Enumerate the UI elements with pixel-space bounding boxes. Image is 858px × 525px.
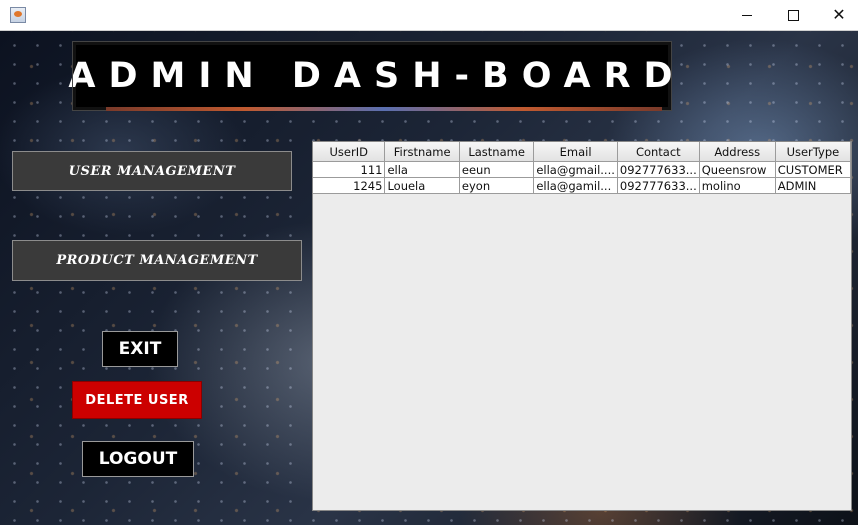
cell-userid[interactable]: 111 xyxy=(313,161,386,178)
product-management-button[interactable]: PRODUCT MANAGEMENT xyxy=(12,240,302,281)
cell-lastname[interactable]: eyon xyxy=(459,177,535,194)
cell-contact[interactable]: 092777633... xyxy=(617,177,700,194)
cell-email[interactable]: ella@gamil... xyxy=(533,177,618,194)
column-header-usertype[interactable]: UserType xyxy=(775,142,851,162)
column-header-contact[interactable]: Contact xyxy=(617,142,700,162)
title-bar: ✕ xyxy=(0,0,858,31)
user-management-button[interactable]: USER MANAGEMENT xyxy=(12,151,292,191)
exit-button[interactable]: EXIT xyxy=(102,331,178,367)
close-button[interactable]: ✕ xyxy=(816,0,858,30)
cell-lastname[interactable]: eeun xyxy=(459,161,535,178)
java-app-icon xyxy=(10,7,26,23)
table-header-row: UserID Firstname Lastname Email Contact … xyxy=(313,142,851,162)
column-header-email[interactable]: Email xyxy=(533,142,618,162)
cell-firstname[interactable]: Louela xyxy=(384,177,460,194)
users-table[interactable]: UserID Firstname Lastname Email Contact … xyxy=(313,142,851,194)
logout-button[interactable]: LOGOUT xyxy=(82,441,194,477)
cell-address[interactable]: molino xyxy=(699,177,776,194)
close-icon: ✕ xyxy=(832,5,846,24)
delete-user-button[interactable]: DELETE USER xyxy=(72,381,202,419)
table-row[interactable]: 1245 Louela eyon ella@gamil... 092777633… xyxy=(313,177,851,194)
maximize-icon xyxy=(787,9,799,21)
cell-address[interactable]: Queensrow xyxy=(699,161,776,178)
cell-firstname[interactable]: ella xyxy=(384,161,460,178)
column-header-lastname[interactable]: Lastname xyxy=(459,142,535,162)
header-banner: ADMIN DASH-BOARD xyxy=(68,41,673,111)
table-row[interactable]: 111 ella eeun ella@gmail.... 092777633..… xyxy=(313,161,851,178)
minimize-button[interactable] xyxy=(724,0,770,30)
cell-email[interactable]: ella@gmail.... xyxy=(533,161,618,178)
maximize-button[interactable] xyxy=(770,0,816,30)
users-table-panel[interactable]: UserID Firstname Lastname Email Contact … xyxy=(312,141,852,511)
cell-usertype[interactable]: ADMIN xyxy=(775,177,851,194)
column-header-address[interactable]: Address xyxy=(699,142,776,162)
cell-usertype[interactable]: CUSTOMER xyxy=(775,161,851,178)
column-header-firstname[interactable]: Firstname xyxy=(384,142,460,162)
page-title: ADMIN DASH-BOARD xyxy=(68,56,686,96)
cell-userid[interactable]: 1245 xyxy=(313,177,386,194)
dashboard-content: ADMIN DASH-BOARD USER MANAGEMENT PRODUCT… xyxy=(0,31,858,525)
column-header-userid[interactable]: UserID xyxy=(313,142,386,162)
minimize-icon xyxy=(742,14,752,16)
cell-contact[interactable]: 092777633... xyxy=(617,161,700,178)
